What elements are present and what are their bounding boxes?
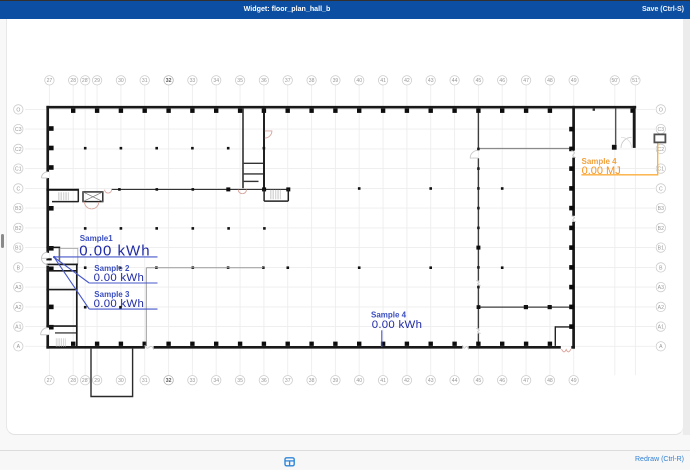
svg-text:37: 37 — [285, 378, 291, 384]
svg-text:47: 47 — [523, 78, 529, 84]
svg-text:50': 50' — [611, 78, 618, 84]
svg-text:45: 45 — [476, 78, 482, 84]
svg-text:31: 31 — [142, 78, 148, 84]
svg-text:A: A — [659, 344, 663, 350]
svg-text:32: 32 — [166, 378, 172, 384]
svg-text:43: 43 — [428, 378, 434, 384]
svg-text:35: 35 — [237, 78, 243, 84]
svg-text:A2: A2 — [15, 305, 21, 311]
svg-text:35: 35 — [237, 378, 243, 384]
svg-text:45: 45 — [476, 378, 482, 384]
svg-text:34: 34 — [213, 378, 219, 384]
svg-text:A2: A2 — [658, 305, 664, 311]
svg-text:C1: C1 — [15, 167, 22, 173]
svg-text:0.00 kWh: 0.00 kWh — [94, 272, 145, 284]
svg-text:49: 49 — [571, 78, 577, 84]
svg-text:C1: C1 — [658, 167, 665, 173]
svg-text:40: 40 — [356, 378, 362, 384]
svg-text:C3: C3 — [658, 127, 665, 133]
svg-text:A3: A3 — [658, 285, 664, 291]
svg-text:34: 34 — [213, 78, 219, 84]
svg-text:28': 28' — [82, 78, 89, 84]
svg-text:29: 29 — [94, 378, 100, 384]
svg-text:41: 41 — [380, 78, 386, 84]
svg-text:30: 30 — [118, 378, 124, 384]
svg-text:B3: B3 — [15, 206, 21, 212]
svg-text:B3: B3 — [658, 206, 664, 212]
svg-text:B: B — [17, 265, 21, 271]
svg-text:C3: C3 — [15, 127, 22, 133]
svg-text:51': 51' — [632, 78, 639, 84]
svg-text:43: 43 — [428, 78, 434, 84]
svg-text:30: 30 — [118, 78, 124, 84]
svg-text:O: O — [659, 107, 663, 113]
svg-text:39: 39 — [333, 78, 339, 84]
svg-text:48: 48 — [547, 378, 553, 384]
svg-text:42: 42 — [404, 78, 410, 84]
svg-text:37: 37 — [285, 78, 291, 84]
svg-text:38: 38 — [309, 378, 315, 384]
svg-text:Sample1: Sample1 — [80, 234, 113, 243]
svg-text:A: A — [17, 344, 21, 350]
svg-text:B1: B1 — [658, 246, 664, 252]
svg-text:C2: C2 — [15, 147, 22, 153]
svg-text:B2: B2 — [658, 226, 664, 232]
svg-text:28: 28 — [70, 378, 76, 384]
svg-text:Sample 4: Sample 4 — [371, 310, 407, 319]
svg-text:B1: B1 — [15, 246, 21, 252]
svg-text:28: 28 — [70, 78, 76, 84]
svg-text:36: 36 — [261, 378, 267, 384]
svg-text:A3: A3 — [15, 285, 21, 291]
svg-text:O: O — [16, 107, 20, 113]
svg-text:44: 44 — [452, 78, 458, 84]
svg-text:27: 27 — [47, 78, 53, 84]
svg-text:0.00 kWh: 0.00 kWh — [372, 319, 423, 331]
svg-text:32: 32 — [166, 78, 172, 84]
svg-text:49: 49 — [571, 378, 577, 384]
svg-text:39: 39 — [333, 378, 339, 384]
svg-text:C: C — [16, 186, 20, 192]
svg-text:0.00 kWh: 0.00 kWh — [94, 298, 145, 310]
svg-text:33: 33 — [190, 78, 196, 84]
svg-text:29: 29 — [94, 78, 100, 84]
svg-text:40: 40 — [356, 78, 362, 84]
svg-text:31: 31 — [142, 378, 148, 384]
svg-text:36: 36 — [261, 78, 267, 84]
svg-text:27: 27 — [47, 378, 53, 384]
svg-text:38: 38 — [309, 78, 315, 84]
svg-text:28': 28' — [82, 378, 89, 384]
svg-text:B: B — [659, 265, 663, 271]
svg-text:48: 48 — [547, 78, 553, 84]
svg-text:A1: A1 — [15, 325, 21, 331]
svg-text:B2: B2 — [15, 226, 21, 232]
svg-text:47: 47 — [523, 378, 529, 384]
svg-text:33: 33 — [190, 378, 196, 384]
svg-text:42: 42 — [404, 378, 410, 384]
svg-text:C2: C2 — [658, 147, 665, 153]
svg-text:A1: A1 — [658, 325, 664, 331]
svg-text:46: 46 — [499, 78, 505, 84]
svg-text:46: 46 — [499, 378, 505, 384]
svg-text:C: C — [659, 186, 663, 192]
svg-text:41: 41 — [380, 378, 386, 384]
svg-text:44: 44 — [452, 378, 458, 384]
